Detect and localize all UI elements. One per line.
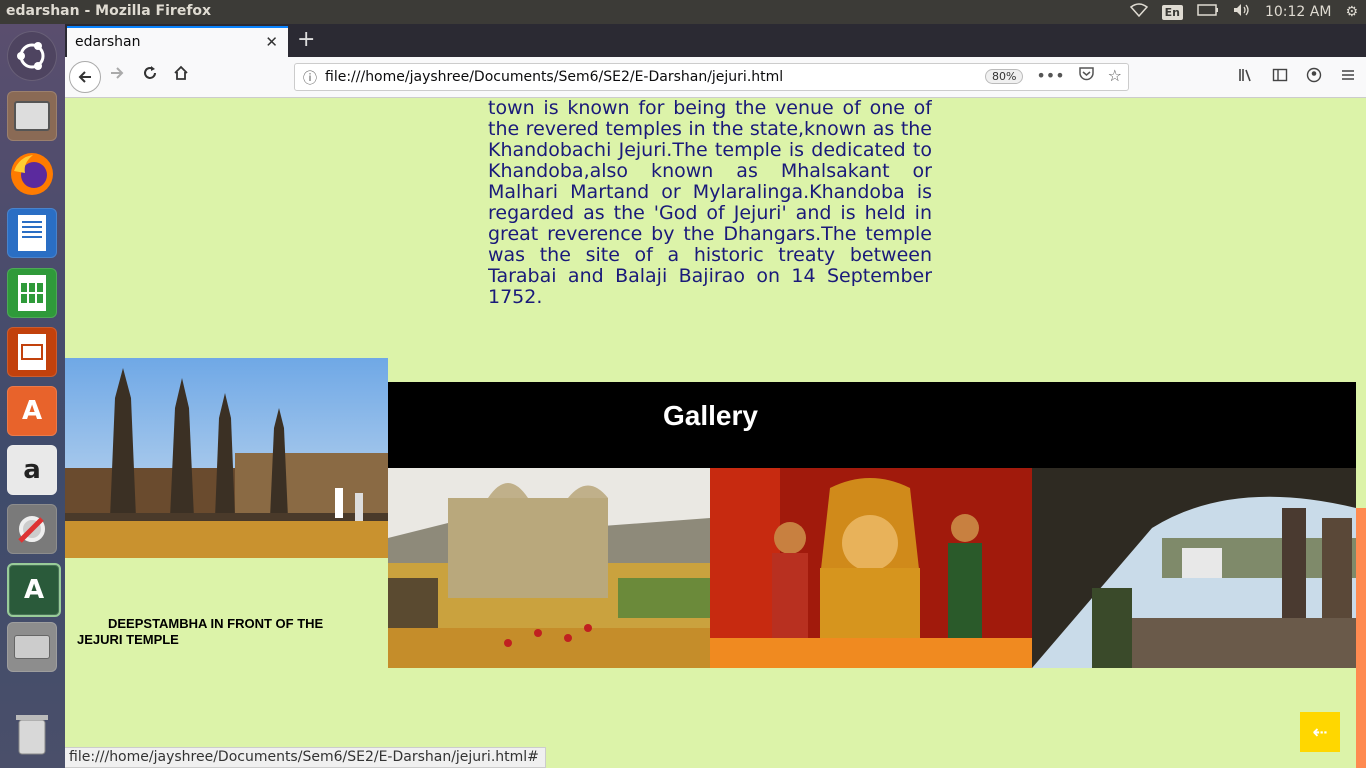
writer-icon[interactable] bbox=[7, 208, 57, 258]
volume-icon[interactable] bbox=[1233, 3, 1251, 21]
settings-icon[interactable] bbox=[7, 504, 57, 554]
system-top-bar: edarshan - Mozilla Firefox En 10:12 AM ⚙ bbox=[0, 0, 1366, 24]
keyboard-layout[interactable]: En bbox=[1161, 4, 1183, 20]
launcher: A a A bbox=[0, 24, 65, 768]
new-tab-button[interactable]: + bbox=[297, 27, 315, 52]
gallery-image-idol[interactable] bbox=[710, 468, 1032, 668]
pocket-icon[interactable] bbox=[1078, 66, 1094, 85]
tab-edarshan[interactable]: edarshan ✕ bbox=[67, 26, 288, 57]
photo-caption: DEEPSTAMBHA IN FRONT OF THE JEJURI TEMPL… bbox=[77, 616, 324, 647]
reload-button[interactable] bbox=[142, 65, 158, 86]
gallery-header: Gallery bbox=[388, 382, 1356, 468]
url-bar[interactable]: ⓘ file:///home/jayshree/Documents/Sem6/S… bbox=[294, 63, 1129, 91]
desktop: edarshan - Mozilla Firefox En 10:12 AM ⚙ bbox=[0, 0, 1366, 768]
software-center-icon[interactable]: A bbox=[7, 386, 57, 436]
forward-button[interactable] bbox=[109, 65, 125, 86]
gallery-title: Gallery bbox=[663, 400, 758, 431]
navigation-bar: ⓘ file:///home/jayshree/Documents/Sem6/S… bbox=[65, 57, 1366, 98]
link-status-bar: file:///home/jayshree/Documents/Sem6/SE2… bbox=[65, 747, 546, 768]
ubuntu-icon[interactable] bbox=[7, 31, 57, 81]
zoom-level[interactable]: 80% bbox=[985, 69, 1024, 84]
url-text[interactable]: file:///home/jayshree/Documents/Sem6/SE2… bbox=[325, 69, 783, 85]
trash-icon[interactable] bbox=[7, 709, 57, 759]
clock[interactable]: 10:12 AM bbox=[1265, 4, 1331, 20]
bookmark-star-icon[interactable]: ☆ bbox=[1108, 66, 1122, 85]
battery-icon[interactable] bbox=[1197, 4, 1219, 20]
software-updater-icon[interactable]: A bbox=[7, 563, 61, 617]
system-gear-icon[interactable]: ⚙ bbox=[1345, 4, 1358, 20]
account-icon[interactable] bbox=[1306, 67, 1322, 87]
files-icon[interactable] bbox=[7, 91, 57, 141]
close-tab-icon[interactable]: ✕ bbox=[265, 33, 278, 51]
impress-icon[interactable] bbox=[7, 327, 57, 377]
sidebar-icon[interactable] bbox=[1272, 67, 1288, 87]
page-info-icon[interactable]: ⓘ bbox=[303, 68, 317, 88]
calc-icon[interactable] bbox=[7, 268, 57, 318]
back-to-top-arrow-icon: ⇠ bbox=[1312, 721, 1328, 743]
gallery-image-fort[interactable] bbox=[1032, 468, 1356, 668]
menu-icon[interactable] bbox=[1340, 67, 1356, 87]
system-tray: En 10:12 AM ⚙ bbox=[1129, 3, 1358, 21]
library-icon[interactable] bbox=[1238, 67, 1254, 87]
amazon-icon[interactable]: a bbox=[7, 445, 57, 495]
gallery-image-temple[interactable] bbox=[388, 468, 710, 668]
tab-bar: edarshan ✕ + bbox=[65, 24, 1366, 57]
window-title: edarshan - Mozilla Firefox bbox=[6, 3, 212, 19]
deepstambha-photo bbox=[65, 358, 388, 558]
disk-icon[interactable] bbox=[7, 622, 57, 672]
jejuri-description: town is known for being the venue of one… bbox=[488, 98, 932, 308]
description-container: town is known for being the venue of one… bbox=[488, 98, 932, 310]
page-actions-icon[interactable]: ••• bbox=[1036, 66, 1064, 85]
back-to-top-button[interactable]: ⇠ bbox=[1300, 712, 1340, 752]
home-button[interactable] bbox=[173, 65, 189, 86]
firefox-icon[interactable] bbox=[7, 149, 57, 199]
wifi-icon[interactable] bbox=[1129, 3, 1148, 21]
scrollbar-thumb[interactable] bbox=[1356, 508, 1366, 768]
tab-label: edarshan bbox=[75, 34, 141, 50]
back-button[interactable] bbox=[69, 61, 101, 93]
